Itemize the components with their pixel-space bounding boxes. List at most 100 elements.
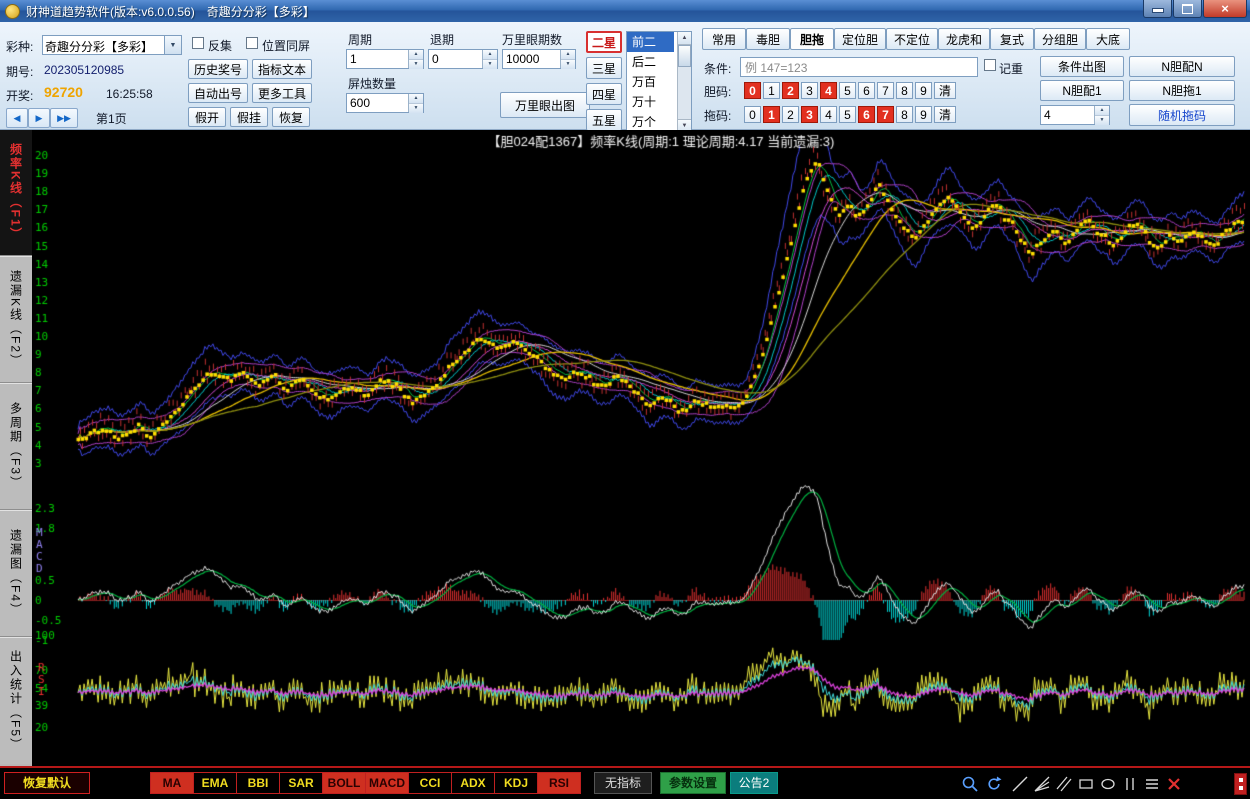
jizhong-checkbox[interactable]	[984, 59, 996, 71]
ndan-pei-n-button[interactable]: N胆配N	[1129, 56, 1235, 77]
danma-digit-2[interactable]: 2	[782, 82, 799, 99]
tuo-count-input[interactable]: 4 ▲▼	[1040, 105, 1110, 125]
random-tuo-button[interactable]: 随机拖码	[1129, 104, 1235, 126]
spin-down-icon[interactable]: ▼	[1095, 116, 1109, 125]
delete-drawing-icon[interactable]	[1164, 773, 1184, 795]
backperiod-spinner[interactable]: ▲▼	[482, 50, 497, 68]
right-tab-8[interactable]: 大底	[1086, 28, 1130, 50]
indicator-MA[interactable]: MA	[150, 772, 194, 794]
wanliyan-periods-input[interactable]: 10000 ▲▼	[502, 49, 576, 69]
right-tab-3[interactable]: 定位胆	[834, 28, 886, 50]
spin-up-icon[interactable]: ▲	[409, 94, 423, 104]
position-item-2[interactable]: 万百	[627, 72, 674, 92]
backperiod-value[interactable]: 0	[429, 50, 482, 68]
tongping-checkbox[interactable]	[246, 37, 258, 49]
position-item-1[interactable]: 后二	[627, 52, 674, 72]
fanji-checkbox[interactable]	[192, 37, 204, 49]
prev-page-button[interactable]: ◀	[6, 108, 28, 128]
more-tools-button[interactable]: 更多工具	[252, 83, 312, 103]
candle-count-spinner[interactable]: ▲▼	[408, 94, 423, 112]
next-page-button[interactable]: ▶	[28, 108, 50, 128]
indicator-MACD[interactable]: MACD	[365, 772, 409, 794]
tuoma-digit-7[interactable]: 7	[877, 106, 894, 123]
star-tab-3[interactable]: 五星	[586, 109, 622, 131]
sidebar-tab-0[interactable]: 频率K线（F1）	[0, 130, 32, 257]
ellipse-tool-icon[interactable]	[1098, 773, 1118, 795]
position-item-0[interactable]: 前二	[627, 32, 674, 52]
tuoma-digit-4[interactable]: 4	[820, 106, 837, 123]
danma-digit-0[interactable]: 0	[744, 82, 761, 99]
dropdown-arrow-icon[interactable]: ▼	[164, 36, 181, 54]
restore-button[interactable]: 恢复	[272, 107, 310, 127]
right-tab-6[interactable]: 复式	[990, 28, 1034, 50]
spin-down-icon[interactable]: ▼	[409, 60, 423, 69]
right-tab-1[interactable]: 毒胆	[746, 28, 790, 50]
candle-count-value[interactable]: 600	[347, 94, 408, 112]
horizontal-lines-tool-icon[interactable]	[1142, 773, 1162, 795]
star-tab-2[interactable]: 四星	[586, 83, 622, 105]
condition-chart-button[interactable]: 条件出图	[1040, 56, 1124, 77]
indicator-EMA[interactable]: EMA	[193, 772, 237, 794]
danma-digit-6[interactable]: 6	[858, 82, 875, 99]
position-item-3[interactable]: 万十	[627, 92, 674, 112]
condition-input[interactable]	[740, 57, 978, 77]
list-scrollbar[interactable]: ▲ ▼	[677, 32, 691, 132]
indicator-SAR[interactable]: SAR	[279, 772, 323, 794]
scroll-up-icon[interactable]: ▲	[678, 32, 691, 45]
notice-button[interactable]: 公告2	[730, 772, 778, 794]
indicator-text-button[interactable]: 指标文本	[252, 59, 312, 79]
sidebar-tab-2[interactable]: 多周期（F3）	[0, 384, 32, 511]
danma-digit-9[interactable]: 9	[915, 82, 932, 99]
tuoma-clear-button[interactable]: 清	[934, 106, 956, 123]
spin-up-icon[interactable]: ▲	[409, 50, 423, 60]
fake-hang-button[interactable]: 假挂	[230, 107, 268, 127]
ndan-tuo-1-button[interactable]: N胆拖1	[1129, 80, 1235, 101]
tuoma-digit-6[interactable]: 6	[858, 106, 875, 123]
auto-number-button[interactable]: 自动出号	[188, 83, 248, 103]
vertical-lines-tool-icon[interactable]	[1120, 773, 1140, 795]
candle-count-input[interactable]: 600 ▲▼	[346, 93, 424, 113]
indicator-RSI[interactable]: RSI	[537, 772, 581, 794]
spin-up-icon[interactable]: ▲	[1095, 106, 1109, 116]
star-tab-0[interactable]: 二星	[586, 31, 622, 53]
scrollbar-thumb[interactable]	[678, 45, 691, 67]
indicator-BBI[interactable]: BBI	[236, 772, 280, 794]
collapse-panel-icon[interactable]	[1234, 773, 1247, 795]
right-tab-5[interactable]: 龙虎和	[938, 28, 990, 50]
history-numbers-button[interactable]: 历史奖号	[188, 59, 248, 79]
maximize-button[interactable]	[1173, 0, 1202, 18]
spin-up-icon[interactable]: ▲	[483, 50, 497, 60]
star-tab-1[interactable]: 三星	[586, 57, 622, 79]
danma-digit-8[interactable]: 8	[896, 82, 913, 99]
danma-digit-7[interactable]: 7	[877, 82, 894, 99]
tuo-count-value[interactable]: 4	[1041, 106, 1094, 124]
wanliyan-periods-value[interactable]: 10000	[503, 50, 560, 68]
lottery-select[interactable]: 奇趣分分彩【多彩】 ▼	[42, 35, 182, 55]
spin-up-icon[interactable]: ▲	[561, 50, 575, 60]
spin-down-icon[interactable]: ▼	[409, 104, 423, 113]
right-tab-4[interactable]: 不定位	[886, 28, 938, 50]
last-page-button[interactable]: ▶▶	[50, 108, 78, 128]
tuoma-digit-2[interactable]: 2	[782, 106, 799, 123]
position-item-4[interactable]: 万个	[627, 112, 674, 132]
right-tab-7[interactable]: 分组胆	[1034, 28, 1086, 50]
danma-digit-1[interactable]: 1	[763, 82, 780, 99]
no-indicator-button[interactable]: 无指标	[594, 772, 652, 794]
spin-down-icon[interactable]: ▼	[561, 60, 575, 69]
wanliyan-spinner[interactable]: ▲▼	[560, 50, 575, 68]
restore-default-button[interactable]: 恢复默认	[4, 772, 90, 794]
tuoma-digit-5[interactable]: 5	[839, 106, 856, 123]
sidebar-tab-4[interactable]: 出入统计（F5）	[0, 638, 32, 764]
tuoma-digit-9[interactable]: 9	[915, 106, 932, 123]
sidebar-tab-3[interactable]: 遗漏图（F4）	[0, 511, 32, 638]
wanliyan-chart-button[interactable]: 万里眼出图	[500, 92, 590, 118]
backperiod-input[interactable]: 0 ▲▼	[428, 49, 498, 69]
tuo-count-spinner[interactable]: ▲▼	[1094, 106, 1109, 124]
indicator-ADX[interactable]: ADX	[451, 772, 495, 794]
danma-digit-4[interactable]: 4	[820, 82, 837, 99]
sidebar-tab-1[interactable]: 遗漏K线（F2）	[0, 257, 32, 384]
danma-digit-3[interactable]: 3	[801, 82, 818, 99]
tuoma-digit-0[interactable]: 0	[744, 106, 761, 123]
right-tab-2[interactable]: 胆拖	[790, 28, 834, 50]
channel-tool-icon[interactable]	[1054, 773, 1074, 795]
